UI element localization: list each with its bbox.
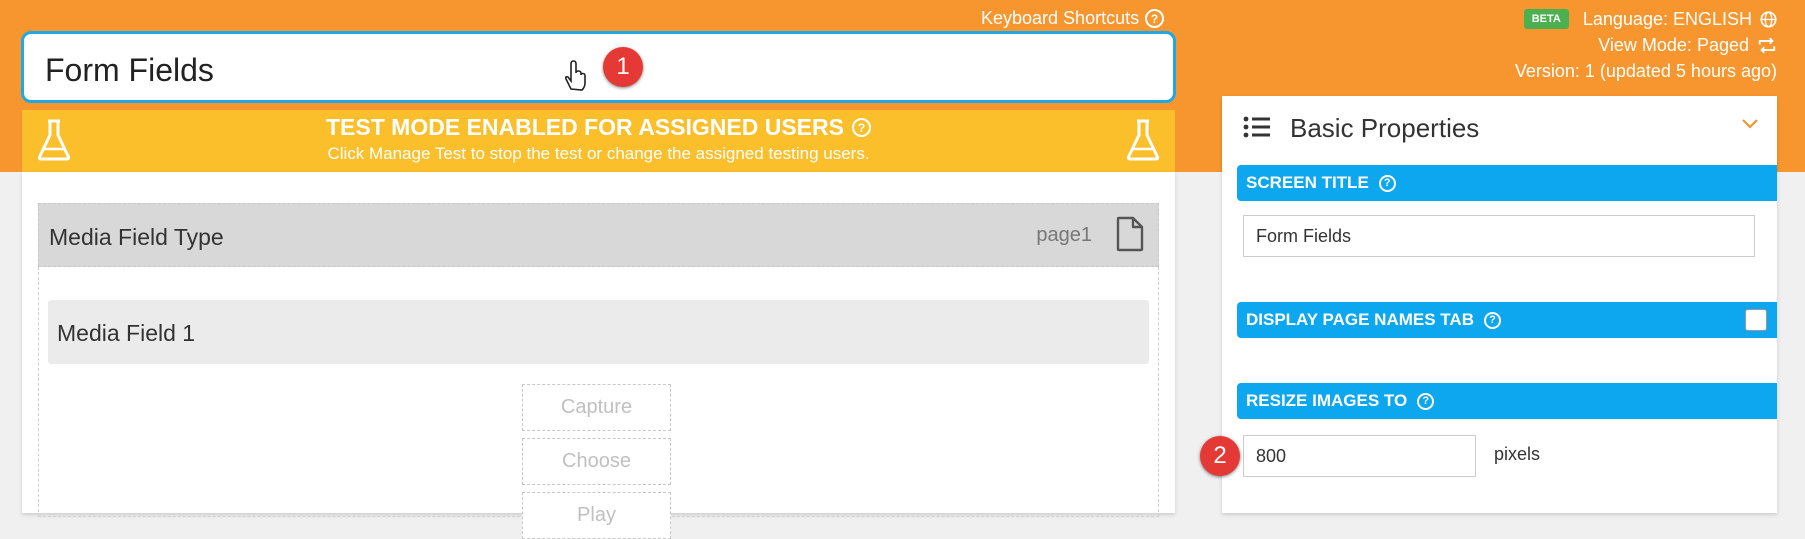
view-mode-toggle[interactable]: View Mode: Paged <box>1598 32 1749 58</box>
pixels-unit-label: pixels <box>1494 444 1541 464</box>
form-title: Form Fields <box>45 52 214 88</box>
resize-images-input[interactable] <box>1243 435 1476 477</box>
hand-cursor-icon <box>564 60 586 91</box>
properties-title: Basic Properties <box>1290 113 1480 143</box>
resize-images-label: RESIZE IMAGES TO <box>1246 391 1408 410</box>
test-mode-banner: TEST MODE ENABLED FOR ASSIGNED USERS ? C… <box>22 110 1175 172</box>
version-info: Version: 1 (updated 5 hours ago) <box>1514 61 1777 81</box>
test-mode-subtitle: Click Manage Test to stop the test or ch… <box>327 144 870 163</box>
keyboard-shortcuts-link[interactable]: Keyboard Shortcuts ? <box>981 8 1165 29</box>
keyboard-shortcuts-label: Keyboard Shortcuts <box>981 8 1140 28</box>
display-page-names-section: DISPLAY PAGE NAMES TAB ? <box>1237 302 1777 338</box>
page-title: Media Field Type <box>49 224 224 250</box>
play-button[interactable]: Play <box>522 492 671 539</box>
repeat-icon <box>1758 37 1776 53</box>
header-info: BETA Language: ENGLISH View Mode: Paged … <box>1515 6 1777 84</box>
display-page-names-label: DISPLAY PAGE NAMES TAB <box>1246 310 1474 329</box>
properties-header[interactable]: Basic Properties <box>1222 96 1777 158</box>
screen-title-section: SCREEN TITLE ? <box>1237 165 1777 201</box>
choose-button[interactable]: Choose <box>522 438 671 485</box>
test-mode-title: TEST MODE ENABLED FOR ASSIGNED USERS ? <box>22 114 1175 141</box>
globe-icon <box>1760 10 1777 28</box>
help-icon[interactable]: ? <box>1483 311 1501 329</box>
help-icon[interactable]: ? <box>851 118 871 137</box>
properties-panel: Basic Properties SCREEN TITLE ? DISPLAY … <box>1222 96 1777 513</box>
language-selector[interactable]: Language: ENGLISH <box>1583 6 1752 32</box>
chevron-down-icon[interactable] <box>1741 118 1759 130</box>
page-body: Media Field 1 Capture Choose Play <box>38 267 1159 539</box>
annotation-badge-2: 2 <box>1200 436 1240 476</box>
help-icon: ? <box>1145 9 1165 28</box>
beta-badge: BETA <box>1523 9 1569 29</box>
resize-images-section: RESIZE IMAGES TO ? <box>1237 383 1777 419</box>
flask-icon <box>37 119 71 161</box>
form-title-field[interactable]: Form Fields <box>21 31 1176 103</box>
page-name: page1 <box>1036 224 1092 246</box>
media-field-label-bar[interactable]: Media Field 1 <box>48 300 1149 364</box>
list-icon <box>1243 116 1270 138</box>
display-page-names-checkbox[interactable] <box>1745 309 1767 331</box>
page-header[interactable]: Media Field Type page1 <box>38 203 1159 267</box>
form-canvas: Media Field Type page1 Media Field 1 Cap… <box>22 172 1175 539</box>
document-icon[interactable] <box>1116 216 1144 252</box>
test-mode-title-text: TEST MODE ENABLED FOR ASSIGNED USERS <box>326 114 844 140</box>
flask-icon <box>1126 119 1160 161</box>
screen-title-input[interactable] <box>1243 215 1755 257</box>
media-field-label: Media Field 1 <box>57 320 196 346</box>
annotation-badge-1: 1 <box>603 47 643 87</box>
capture-button[interactable]: Capture <box>522 384 671 431</box>
help-icon[interactable]: ? <box>1417 392 1435 410</box>
help-icon[interactable]: ? <box>1378 174 1396 192</box>
screen-title-label: SCREEN TITLE <box>1246 173 1369 192</box>
